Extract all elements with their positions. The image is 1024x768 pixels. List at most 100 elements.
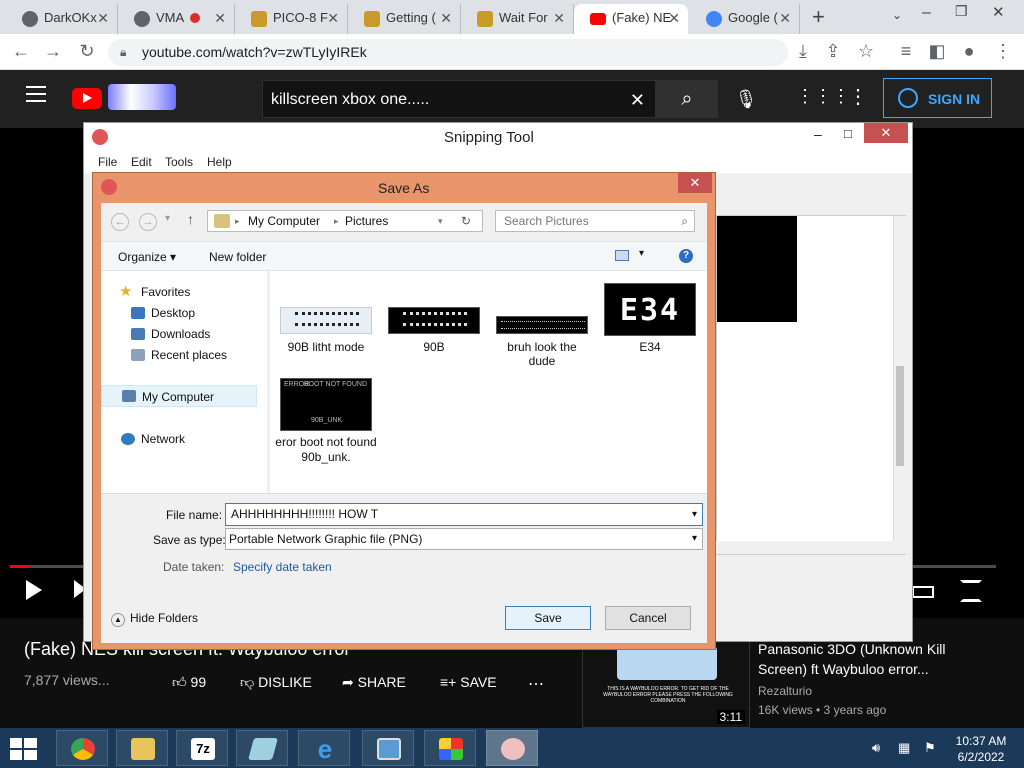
taskbar-chrome[interactable] (56, 730, 108, 766)
organize-button[interactable]: Organize ▾ (118, 250, 176, 264)
taskbar-7zip[interactable]: 7z (176, 730, 228, 766)
close-icon[interactable]: ✕ (668, 4, 680, 32)
tab-search-icon[interactable]: ⌄ (892, 8, 902, 22)
close-icon[interactable]: ✕ (779, 4, 791, 32)
tab-3[interactable]: Getting (✕ (348, 4, 461, 34)
up-folder-icon[interactable]: ↑ (187, 211, 194, 227)
nav-network[interactable]: Network (141, 432, 185, 446)
tab-6[interactable]: Google (✕ (690, 4, 800, 34)
start-windows-icon[interactable] (10, 738, 38, 760)
bookmark-star-icon[interactable]: ☆ (855, 41, 877, 62)
apps-grid-icon[interactable]: ⋮⋮⋮ (796, 86, 850, 107)
minimize-icon[interactable]: – (922, 4, 931, 22)
close-icon[interactable]: ✕ (553, 4, 565, 32)
clock[interactable]: 10:37 AM 6/2/2022 (950, 733, 1012, 765)
search-pictures-input[interactable]: Search Pictures ⌕ (495, 210, 695, 232)
restore-icon[interactable]: ❐ (955, 3, 968, 20)
network-status-icon[interactable]: ▦ (898, 740, 910, 756)
tab-2[interactable]: PICO-8 F ✕ (235, 4, 348, 34)
recent-dropdown-icon[interactable]: ▾ (165, 213, 170, 224)
taskbar-snipping-tool-active[interactable] (486, 730, 538, 766)
minimize-icon[interactable]: – (814, 126, 822, 142)
dislike-button[interactable]: 👎︎ DISLIKE (240, 674, 312, 691)
taskbar-photo[interactable] (362, 730, 414, 766)
nav-recent-places[interactable]: Recent places (151, 348, 227, 362)
menu-help[interactable]: Help (207, 151, 232, 173)
search-button[interactable]: ⌕ (656, 80, 718, 118)
doodle-logo[interactable] (108, 84, 176, 110)
taskbar-app[interactable] (236, 730, 288, 766)
file-item[interactable]: ERROR BOOT NOT FOUND 90B_UNK eror boot n… (275, 378, 377, 478)
tab-4[interactable]: Wait For ✕ (461, 4, 574, 34)
install-icon[interactable]: ⤓ (792, 41, 814, 62)
close-window-icon[interactable]: ✕ (992, 3, 1005, 21)
media-icon[interactable]: ≡ (895, 41, 917, 62)
profile-icon[interactable]: ● (958, 41, 980, 62)
reload-icon[interactable]: ↻ (76, 41, 98, 62)
flag-icon[interactable]: ⚑ (924, 740, 936, 756)
file-item[interactable]: bruh look the dude (496, 307, 588, 397)
horizontal-scrollbar[interactable] (716, 541, 894, 554)
more-actions-icon[interactable]: ⋯ (528, 674, 544, 694)
filename-input[interactable]: AHHHHHHHH!!!!!!!! HOW T ▾ (225, 503, 703, 526)
nav-desktop[interactable]: Desktop (151, 306, 195, 320)
volume-icon[interactable]: 🔊︎ (872, 740, 880, 756)
close-icon[interactable]: ✕ (327, 4, 339, 32)
dialog-close-button[interactable]: ✕ (678, 173, 712, 193)
view-icon[interactable] (615, 250, 629, 261)
fullscreen-icon[interactable] (960, 580, 982, 602)
chevron-down-icon[interactable]: ▾ (692, 529, 697, 549)
snip-canvas[interactable] (716, 215, 906, 555)
youtube-logo-icon[interactable] (72, 88, 102, 109)
side-panel-icon[interactable]: ◧ (926, 41, 948, 62)
recommended-title[interactable]: Panasonic 3DO (Unknown Kill Screen) ft W… (758, 639, 998, 679)
mic-icon[interactable]: 🎙︎ (728, 84, 764, 114)
play-icon[interactable] (26, 580, 42, 600)
chevron-down-icon[interactable]: ▾ (692, 504, 697, 525)
tab-5-active[interactable]: (Fake) NE ✕ (574, 4, 688, 34)
close-icon[interactable]: ✕ (97, 4, 109, 32)
close-icon[interactable]: ✕ (440, 4, 452, 32)
nav-downloads[interactable]: Downloads (151, 327, 210, 341)
maximize-icon[interactable]: □ (844, 126, 852, 141)
file-item[interactable]: E34 E34 (604, 283, 696, 373)
close-icon[interactable]: ✕ (214, 4, 226, 32)
clear-search-icon[interactable]: ✕ (630, 81, 645, 119)
new-tab-button[interactable]: + (812, 4, 825, 30)
forward-icon[interactable]: → (139, 213, 157, 231)
taskbar-explorer[interactable] (116, 730, 168, 766)
nav-favorites[interactable]: Favorites (141, 285, 190, 299)
save-button[interactable]: ≡+ SAVE (440, 674, 497, 690)
vertical-scrollbar[interactable] (893, 216, 906, 554)
new-folder-button[interactable]: New folder (209, 250, 266, 264)
nav-my-computer-selected[interactable]: My Computer (101, 385, 257, 407)
refresh-icon[interactable]: ↻ (461, 211, 471, 231)
cancel-button[interactable]: Cancel (605, 606, 691, 630)
save-dialog-button[interactable]: Save (505, 606, 591, 630)
hide-folders-button[interactable]: ▲ Hide Folders (111, 611, 198, 627)
taskbar-ie[interactable]: e (298, 730, 350, 766)
tab-1[interactable]: VMA ✕ (118, 4, 235, 34)
sign-in-button[interactable]: SIGN IN (883, 78, 992, 118)
menu-tools[interactable]: Tools (165, 151, 193, 173)
back-icon[interactable]: ← (111, 213, 129, 231)
like-button[interactable]: 👍︎ 99 (172, 674, 206, 691)
breadcrumb-pictures[interactable]: Pictures (345, 211, 388, 231)
theater-mode-icon[interactable] (912, 586, 934, 598)
menu-icon[interactable]: ⋮ (992, 41, 1014, 62)
menu-file[interactable]: File (98, 151, 117, 173)
forward-icon[interactable]: → (42, 41, 64, 62)
share-button[interactable]: ➦ SHARE (342, 674, 406, 691)
view-dropdown-icon[interactable]: ▾ (639, 248, 644, 259)
close-window-button[interactable]: ✕ (864, 123, 908, 143)
recommended-thumbnail[interactable]: THIS IS A WAYBULOO ERROR. TO GET RID OF … (582, 639, 750, 728)
url-input[interactable]: 🔒︎ youtube.com/watch?v=zwTLyIyIREk (108, 39, 788, 66)
save-type-select[interactable]: Portable Network Graphic file (PNG) ▾ (225, 528, 703, 550)
share-icon[interactable]: ⇪ (822, 41, 844, 62)
search-input[interactable]: killscreen xbox one..... ✕ (262, 80, 656, 118)
hamburger-icon[interactable] (26, 86, 46, 102)
back-icon[interactable]: ← (10, 41, 32, 62)
help-icon[interactable]: ? (679, 249, 693, 263)
taskbar-paint[interactable] (424, 730, 476, 766)
specify-date-link[interactable]: Specify date taken (233, 560, 332, 574)
